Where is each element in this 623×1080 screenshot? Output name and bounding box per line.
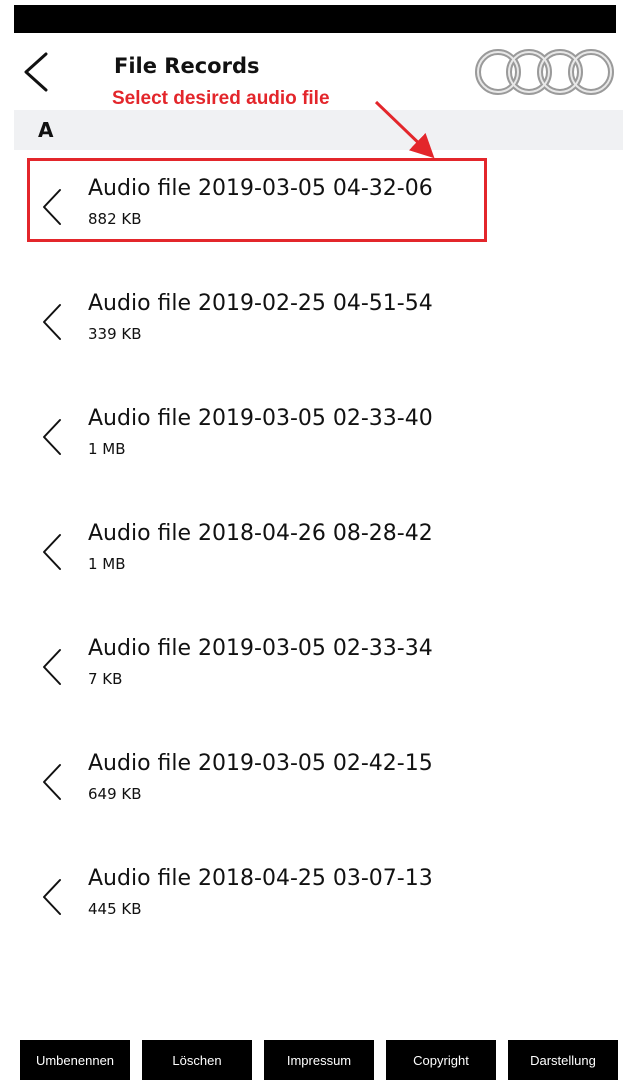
page-title: File Records [114,54,260,78]
section-letter: A [38,118,54,142]
file-name: Audio file 2019-03-05 04-32-06 [88,176,433,201]
rename-button[interactable]: Umbenennen [20,1040,130,1080]
file-item[interactable]: Audio file 2019-02-25 04-51-54 339 KB [14,265,623,380]
file-name: Audio file 2018-04-26 08-28-42 [88,521,433,546]
delete-button[interactable]: Löschen [142,1040,252,1080]
chevron-left-icon [43,189,61,225]
file-size: 882 KB [88,210,142,228]
chevron-left-icon [43,534,61,570]
file-item[interactable]: Audio file 2018-04-26 08-28-42 1 MB [14,495,623,610]
chevron-left-icon [43,304,61,340]
file-name: Audio file 2018-04-25 03-07-13 [88,866,433,891]
file-name: Audio file 2019-03-05 02-42-15 [88,751,433,776]
file-size: 7 KB [88,670,123,688]
chevron-left-icon [43,764,61,800]
file-item[interactable]: Audio file 2018-04-25 03-07-13 445 KB [14,840,623,955]
copyright-button[interactable]: Copyright [386,1040,496,1080]
file-name: Audio file 2019-03-05 02-33-34 [88,636,433,661]
file-size: 339 KB [88,325,142,343]
file-list: Audio file 2019-03-05 04-32-06 882 KB Au… [14,150,623,955]
back-button[interactable] [22,52,50,92]
chevron-left-icon [43,419,61,455]
file-item[interactable]: Audio file 2019-03-05 04-32-06 882 KB [14,150,623,265]
file-size: 649 KB [88,785,142,803]
bottom-toolbar: Umbenennen Löschen Impressum Copyright D… [20,1040,618,1080]
chevron-left-icon [24,52,48,92]
annotation-text: Select desired audio file [112,88,330,109]
file-item[interactable]: Audio file 2019-03-05 02-42-15 649 KB [14,725,623,840]
file-size: 445 KB [88,900,142,918]
file-name: Audio file 2019-02-25 04-51-54 [88,291,433,316]
imprint-button[interactable]: Impressum [264,1040,374,1080]
section-header: A [14,110,623,150]
file-name: Audio file 2019-03-05 02-33-40 [88,406,433,431]
file-item[interactable]: Audio file 2019-03-05 02-33-34 7 KB [14,610,623,725]
chevron-left-icon [43,649,61,685]
four-rings-logo [475,49,614,95]
file-item[interactable]: Audio file 2019-03-05 02-33-40 1 MB [14,380,623,495]
file-size: 1 MB [88,555,126,573]
file-size: 1 MB [88,440,126,458]
status-bar [14,5,616,33]
chevron-left-icon [43,879,61,915]
display-button[interactable]: Darstellung [508,1040,618,1080]
